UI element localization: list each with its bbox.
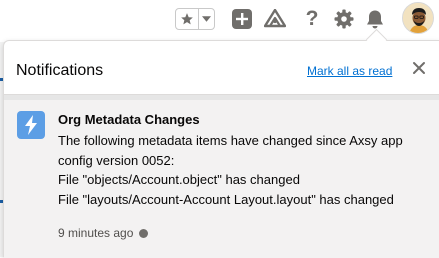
star-icon — [181, 13, 193, 25]
avatar[interactable] — [402, 2, 434, 34]
lightning-bolt-icon — [25, 115, 37, 135]
notification-body-line: File "layouts/Account-Account Layout.lay… — [58, 191, 394, 207]
favorites-button-group — [175, 8, 215, 30]
setup-button[interactable] — [333, 8, 355, 30]
bell-icon — [367, 10, 383, 28]
timestamp-text: 9 minutes ago — [58, 226, 134, 240]
close-button[interactable] — [412, 61, 426, 75]
notifications-button[interactable] — [364, 8, 386, 30]
notification-icon — [17, 111, 45, 139]
global-actions-button[interactable] — [231, 8, 253, 30]
panel-header: Notifications Mark all as read — [4, 41, 439, 95]
panel-title: Notifications — [16, 62, 104, 79]
unread-indicator — [139, 228, 149, 238]
close-icon — [413, 62, 425, 74]
add-icon — [232, 9, 252, 29]
notification-item[interactable]: Org Metadata Changes The following metad… — [4, 95, 439, 258]
notification-title: Org Metadata Changes — [58, 112, 200, 127]
help-button[interactable]: ? — [301, 8, 323, 30]
notification-body-line: config version 0052: — [58, 152, 175, 168]
help-icon: ? — [305, 7, 319, 30]
notification-divider — [4, 95, 439, 100]
notification-body: The following metadata items have change… — [58, 131, 428, 209]
mark-all-read-link[interactable]: Mark all as read — [307, 64, 392, 78]
favorites-list-button[interactable] — [199, 9, 214, 29]
notification-body-line: The following metadata items have change… — [58, 133, 403, 148]
trailhead-button[interactable] — [264, 8, 286, 30]
notification-body-line: File "objects/Account.object" has change… — [58, 172, 300, 187]
user-avatar-image — [403, 3, 433, 33]
gear-icon — [334, 9, 354, 29]
notifications-panel: Notifications Mark all as read Org Metad… — [3, 40, 439, 258]
favorites-button[interactable] — [176, 9, 199, 29]
notification-timestamp: 9 minutes ago — [58, 226, 149, 240]
trailhead-icon — [264, 9, 286, 28]
chevron-down-icon — [202, 16, 211, 22]
